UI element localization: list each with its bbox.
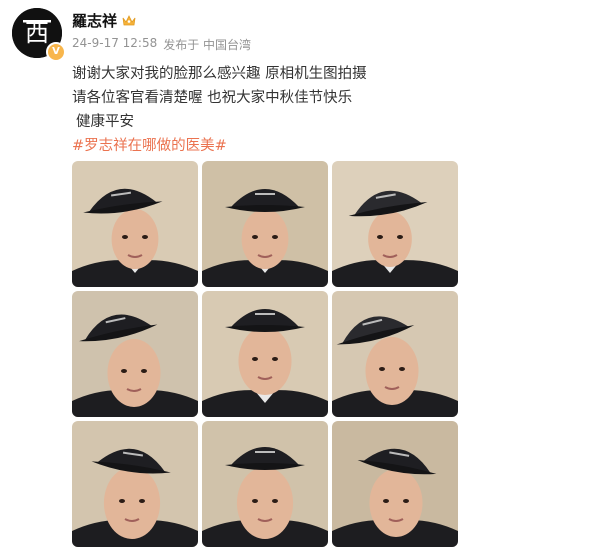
post-meta: 24-9-17 12:58 发布于 中国台湾 — [72, 36, 251, 53]
photo-thumbnail[interactable] — [332, 161, 458, 287]
photo-grid — [72, 161, 458, 547]
selfie-photo — [72, 421, 198, 547]
selfie-photo — [202, 421, 328, 547]
selfie-photo — [202, 291, 328, 417]
crown-icon — [122, 15, 136, 26]
photo-thumbnail[interactable] — [332, 421, 458, 547]
hashtag-link[interactable]: #罗志祥在哪做的医美# — [72, 134, 367, 158]
selfie-photo — [332, 421, 458, 547]
photo-thumbnail[interactable] — [202, 291, 328, 417]
username-row: 羅志祥 — [72, 10, 136, 31]
username[interactable]: 羅志祥 — [72, 10, 117, 31]
post-timestamp: 24-9-17 12:58 — [72, 36, 158, 50]
post-line: 健康平安 — [76, 114, 134, 130]
avatar-text: 西 — [25, 19, 49, 47]
post-text: 谢谢大家对我的脸那么感兴趣 原相机生图拍摄 请各位客官看清楚喔 也祝大家中秋佳节… — [72, 62, 367, 158]
post-line: 请各位客官看清楚喔 也祝大家中秋佳节快乐 — [72, 90, 353, 106]
selfie-photo — [332, 161, 458, 287]
photo-thumbnail[interactable] — [72, 291, 198, 417]
selfie-photo — [332, 291, 458, 417]
photo-thumbnail[interactable] — [72, 161, 198, 287]
selfie-photo — [202, 161, 328, 287]
post-line: 谢谢大家对我的脸那么感兴趣 原相机生图拍摄 — [72, 66, 367, 82]
photo-thumbnail[interactable] — [72, 421, 198, 547]
photo-thumbnail[interactable] — [332, 291, 458, 417]
photo-thumbnail[interactable] — [202, 421, 328, 547]
selfie-photo — [72, 291, 198, 417]
post-source: 发布于 中国台湾 — [163, 38, 252, 52]
verified-badge-icon: V — [46, 42, 66, 62]
selfie-photo — [72, 161, 198, 287]
photo-thumbnail[interactable] — [202, 161, 328, 287]
